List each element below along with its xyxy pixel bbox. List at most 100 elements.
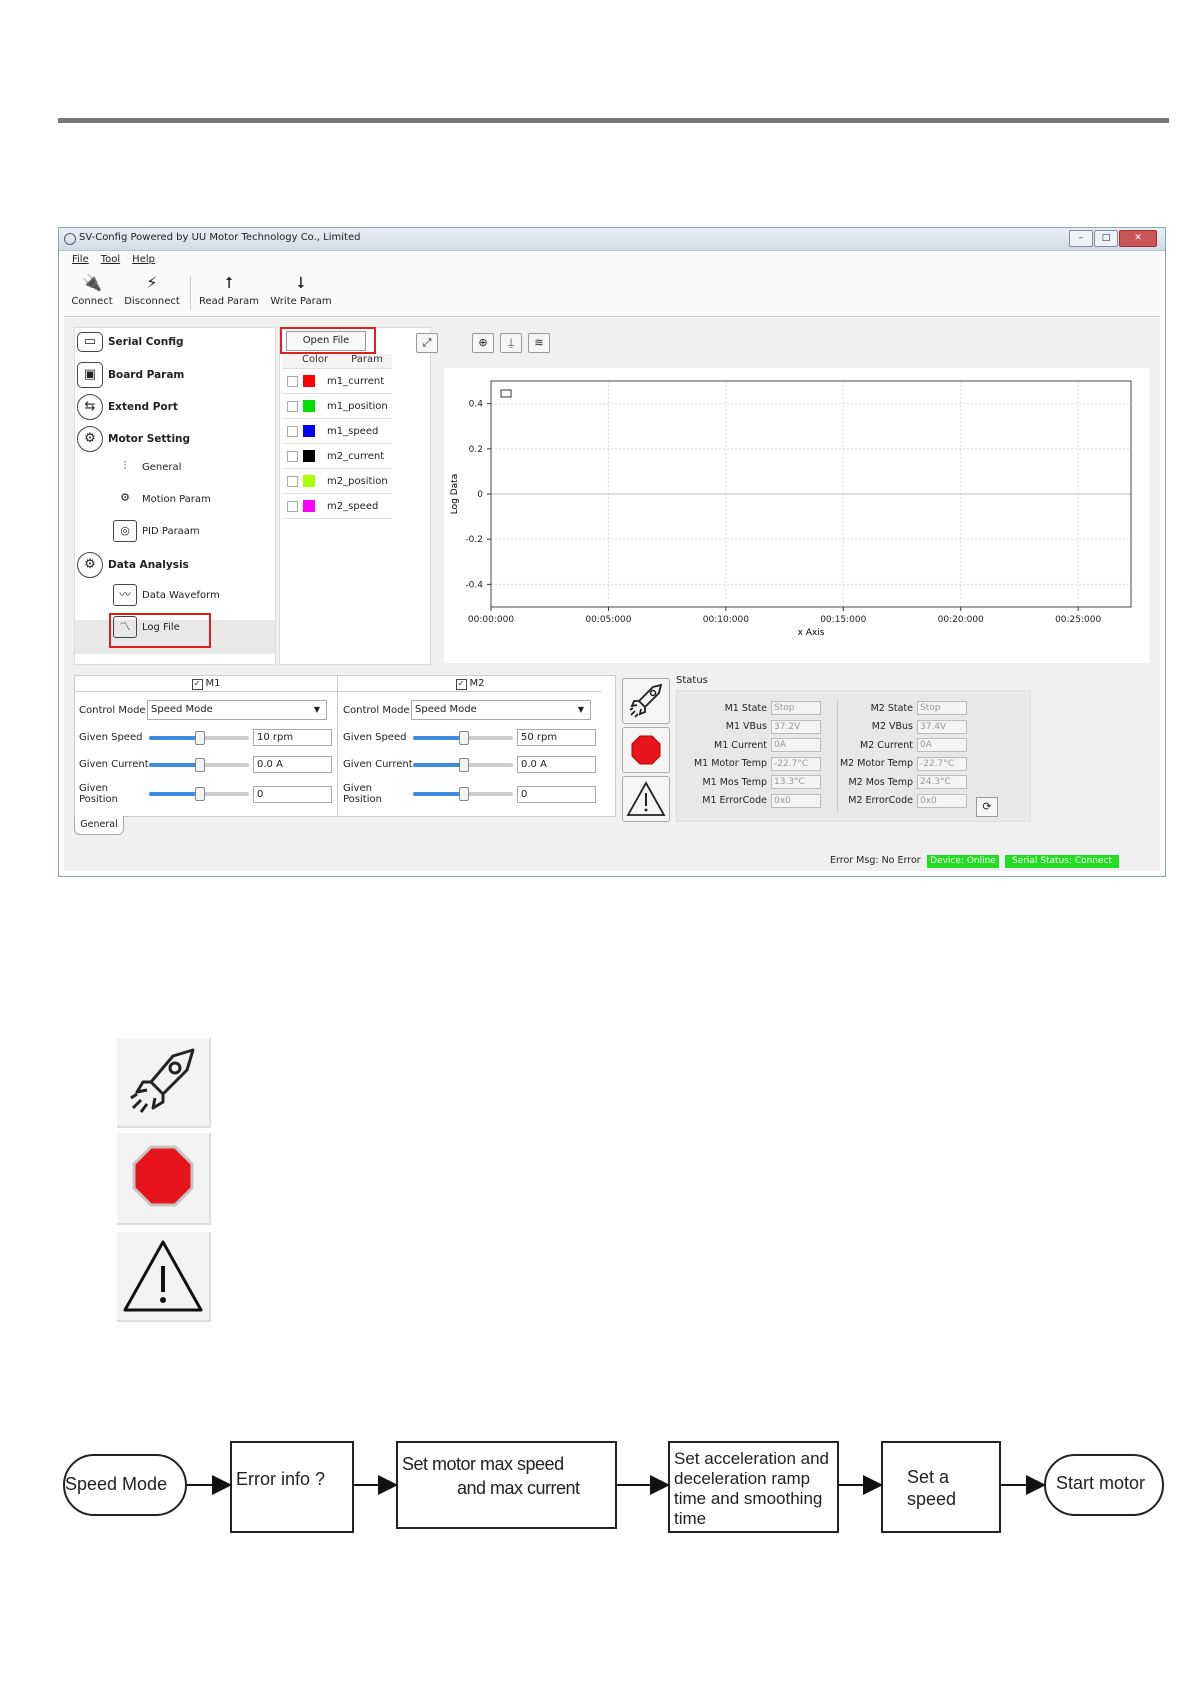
nav-motor-setting[interactable]: ⚙ Motor Setting — [77, 426, 190, 452]
motor-gear-icon: ⚙ — [77, 426, 103, 452]
status-label: M1 Mos Temp — [702, 776, 767, 788]
nav-motor-setting-label: Motor Setting — [108, 433, 191, 445]
nav-extend-port[interactable]: ⇆ Extend Port — [77, 394, 178, 420]
m2-given-position-field[interactable]: 0 — [517, 785, 596, 803]
nav-general[interactable]: ⫶ General — [113, 456, 182, 478]
clear-error-button[interactable] — [622, 776, 670, 822]
m2-given-position-label: Given Position — [343, 783, 382, 805]
gears-icon: ⚙ — [120, 491, 130, 504]
unplug-icon: ⚡ — [146, 273, 158, 292]
m1-given-speed-label: Given Speed — [79, 732, 143, 743]
param-name: m1_position — [327, 400, 388, 412]
nav-motion-param-label: Motion Param — [142, 493, 211, 505]
chevron-down-icon: ▼ — [313, 705, 320, 714]
y-tick-label: 0 — [477, 490, 483, 500]
param-color-swatch — [303, 375, 315, 387]
chart-expand-group: ⤢ — [416, 333, 438, 353]
read-param-button[interactable]: ⭡ Read Param — [198, 272, 260, 314]
m2-column: ✓ M2 Control Mode Speed Mode ▼ Given Speed… — [339, 676, 601, 816]
crosshair-icon[interactable]: ⊕ — [472, 333, 494, 353]
menu-help[interactable]: Help — [132, 251, 155, 269]
stop-button[interactable] — [622, 727, 670, 773]
m2-current-row: Given Current 0.0 A — [343, 756, 596, 773]
pid-icon: ◎ — [113, 520, 137, 542]
param-checkbox[interactable] — [287, 500, 298, 512]
m1-given-speed-field[interactable]: 10 rpm — [253, 729, 332, 746]
m2-checkbox[interactable]: ✓ — [455, 679, 467, 690]
menu-tool[interactable]: Tool — [101, 251, 120, 269]
nav-board-param-label: Board Param — [108, 369, 185, 381]
m2-position-slider[interactable] — [413, 787, 513, 801]
autoscale-icon[interactable]: ≋ — [528, 333, 550, 353]
status-value: 37.4V — [917, 719, 967, 734]
nav-tree: ▭ Serial Config ▣ Board Param ⇆ Extend P… — [74, 327, 276, 665]
disconnect-button[interactable]: ⚡ Disconnect — [122, 272, 182, 314]
param-checkbox[interactable] — [287, 450, 298, 462]
param-checkbox[interactable] — [287, 400, 298, 412]
param-table: Color Param m1_current m1_position m1_spee… — [282, 354, 392, 519]
param-checkbox[interactable] — [287, 475, 298, 487]
status-row: M2 Motor Temp -22.7°C — [837, 756, 967, 771]
nav-data-waveform[interactable]: 〰 Data Waveform — [113, 584, 220, 606]
y-tick-label: 0.2 — [469, 445, 483, 455]
m2-header: ✓ M2 — [339, 676, 601, 692]
m2-speed-slider[interactable] — [413, 730, 513, 745]
status-value: Stop — [771, 701, 821, 715]
nav-pid-param[interactable]: ◎ PID Paraam — [113, 520, 200, 542]
menu-file[interactable]: File — [72, 251, 89, 269]
nav-serial-config-label: Serial Config — [108, 336, 184, 348]
col-param-header: Param — [351, 354, 383, 365]
cursor-icon[interactable]: ⍊ — [500, 333, 522, 353]
param-row: m1_position — [282, 394, 392, 419]
param-name: m1_current — [327, 375, 385, 387]
maximize-button[interactable]: □ — [1094, 230, 1118, 247]
status-value: 0A — [917, 738, 967, 752]
write-param-button[interactable]: ⭣ Write Param — [270, 272, 332, 314]
minimize-button[interactable]: – — [1069, 230, 1093, 247]
m1-current-slider[interactable] — [149, 757, 249, 772]
m1-given-current-field[interactable]: 0.0 A — [253, 756, 332, 773]
nav-serial-config[interactable]: ▭ Serial Config — [77, 332, 184, 352]
motor-control-panel: ✓ M1 Control Mode Speed Mode ▼ Given Speed… — [74, 675, 616, 817]
m2-current-slider[interactable] — [413, 757, 513, 772]
expand-icon[interactable]: ⤢ — [416, 333, 438, 353]
x-tick-label: 00:15:000 — [820, 615, 866, 625]
m1-control-mode-select[interactable]: Speed Mode ▼ — [147, 700, 327, 720]
legend-box — [500, 389, 512, 398]
m1-given-position-field[interactable]: 0 — [253, 785, 332, 803]
refresh-icon[interactable]: ⟳ — [976, 797, 998, 817]
param-checkbox[interactable] — [287, 375, 298, 387]
m1-given-position-label: Given Position — [79, 783, 118, 805]
m1-speed-slider[interactable] — [149, 730, 249, 745]
tab-general[interactable]: General — [74, 816, 124, 835]
chip-icon: ▣ — [77, 362, 103, 388]
m2-control-mode-select[interactable]: Speed Mode ▼ — [411, 700, 591, 720]
nav-data-analysis[interactable]: ⚙ Data Analysis — [77, 552, 189, 578]
rocket-icon — [130, 1048, 195, 1113]
m2-control-mode-label: Control Mode — [343, 704, 410, 716]
nav-data-analysis-label: Data Analysis — [108, 559, 189, 571]
nav-board-param[interactable]: ▣ Board Param — [77, 362, 184, 388]
log-file-highlight-box — [109, 613, 211, 648]
warning-button-image — [117, 1232, 211, 1322]
nav-motion-param[interactable]: ⚙ Motion Param — [113, 488, 211, 510]
m2-given-current-field[interactable]: 0.0 A — [517, 756, 596, 773]
warning-icon — [626, 781, 666, 816]
m2-given-speed-field[interactable]: 50 rpm — [517, 729, 596, 746]
rocket-icon — [629, 683, 663, 718]
param-name: m2_current — [327, 450, 385, 462]
start-button-image — [117, 1038, 211, 1128]
m1-checkbox[interactable]: ✓ — [191, 679, 203, 690]
connect-button[interactable]: 🔌 Connect — [70, 272, 114, 314]
flow-arrows — [187, 1475, 1046, 1495]
param-row: m1_speed — [282, 419, 392, 444]
param-checkbox[interactable] — [287, 425, 298, 437]
m1-position-slider[interactable] — [149, 787, 249, 801]
window-title: SV-Config Powered by UU Motor Technology… — [79, 232, 361, 243]
status-label: M2 State — [870, 702, 913, 714]
start-button[interactable] — [622, 678, 670, 724]
write-param-label: Write Param — [270, 296, 332, 307]
nav-extend-port-label: Extend Port — [108, 401, 178, 413]
close-button[interactable]: ✕ — [1119, 230, 1157, 247]
param-row: m2_current — [282, 444, 392, 469]
